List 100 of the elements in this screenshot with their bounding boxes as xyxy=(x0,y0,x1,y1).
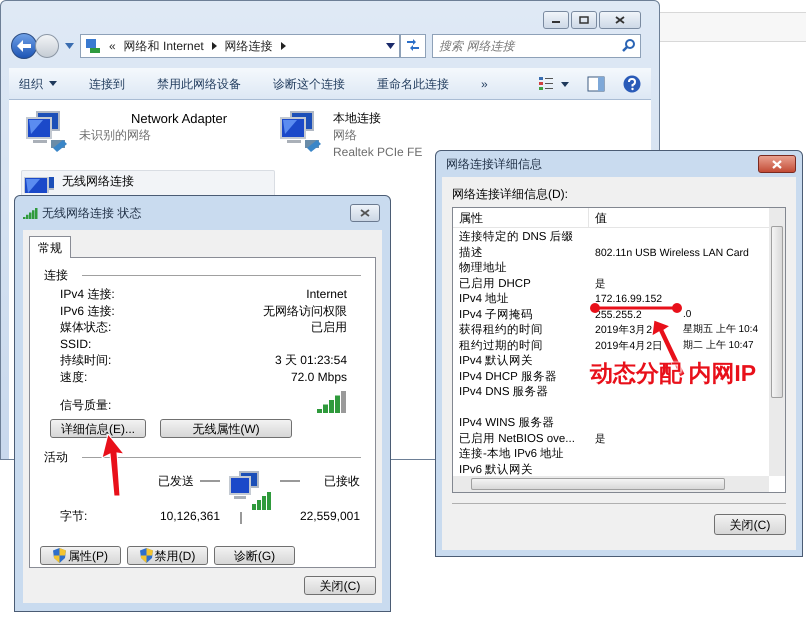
close-button[interactable]: 关闭(C) xyxy=(304,576,376,595)
property-cell-text: 租约过期的时间 xyxy=(459,338,544,353)
dialog-button[interactable]: 诊断(G) xyxy=(214,546,295,565)
search-icon[interactable] xyxy=(622,39,635,52)
received-label: 已接收 xyxy=(324,472,360,490)
close-icon xyxy=(360,209,370,217)
adapter-name: 无线网络连接 xyxy=(62,173,134,190)
signal-strength-icon xyxy=(317,389,347,413)
info-value: 72.0 Mbps xyxy=(290,368,347,385)
info-value: 已启用 xyxy=(311,319,347,336)
value-cell-text: 802.11n USB Wireless LAN Card xyxy=(595,246,749,260)
preview-pane-icon[interactable] xyxy=(587,76,605,92)
view-options-icon[interactable] xyxy=(539,76,569,90)
property-cell-text: 物理地址 xyxy=(459,260,508,276)
toolbar-button[interactable]: 禁用此网络设备 xyxy=(157,74,241,92)
dialog-title: 无线网络连接 状态 xyxy=(42,205,142,222)
breadcrumb-arrow-icon[interactable] xyxy=(280,42,286,50)
close-button[interactable]: 关闭(C) xyxy=(714,514,786,535)
property-cell-text: IPv6 默认网关 xyxy=(459,462,534,476)
toolbar-button[interactable]: 诊断这个连接 xyxy=(273,74,345,92)
arrow-annotation xyxy=(100,434,126,498)
property-cell-text: 描述 xyxy=(459,246,484,260)
close-icon xyxy=(615,16,625,24)
refresh-button[interactable] xyxy=(400,34,426,58)
toolbar-button[interactable]: 连接到 xyxy=(89,74,125,92)
info-value: Internet xyxy=(306,286,347,302)
adapter-name: 本地连接 xyxy=(333,110,382,127)
dialog-button[interactable]: 禁用(D) xyxy=(127,546,208,565)
network-monitor-icon xyxy=(24,177,54,193)
toolbar-button[interactable]: 重命名此连接 xyxy=(377,74,449,92)
close-icon xyxy=(772,160,782,168)
value-cell-text: 是 xyxy=(595,276,606,291)
property-cell-text: 已启用 NetBIOS ove... xyxy=(459,432,576,446)
property-cell-text: 连接-本地 IPv6 地址 xyxy=(459,446,566,462)
scrollbar-thumb[interactable] xyxy=(471,478,725,490)
scrollbar-thumb[interactable] xyxy=(771,226,783,398)
dialog-title: 网络连接详细信息 xyxy=(446,156,542,173)
dropdown-caret-icon[interactable] xyxy=(386,43,395,49)
adapter-item[interactable]: 本地连接 网络 Realtek PCIe FE xyxy=(277,108,422,164)
vertical-scrollbar[interactable] xyxy=(769,208,785,476)
list-label: 网络连接详细信息(D): xyxy=(452,186,569,203)
breadcrumb-item[interactable]: 网络和 Internet xyxy=(124,37,204,55)
network-folder-icon xyxy=(85,38,101,54)
breadcrumb-arrow-icon[interactable] xyxy=(212,42,217,50)
adapter-item[interactable]: Network Adapter 未识别的网络 xyxy=(23,108,228,164)
back-arrow-icon xyxy=(17,40,31,52)
breadcrumb-item[interactable]: 网络连接 xyxy=(224,37,273,55)
adapter-status: 未识别的网络 xyxy=(79,127,152,144)
close-button[interactable] xyxy=(599,11,641,29)
dialog-button[interactable]: 属性(P) xyxy=(40,546,121,565)
dialog-button[interactable]: 无线属性(W) xyxy=(160,419,292,438)
property-cell-text: IPv4 DHCP 服务器 xyxy=(459,370,558,384)
property-cell-text: IPv4 WINS 服务器 xyxy=(459,416,556,430)
info-label: 信号质量: xyxy=(60,396,112,413)
network-activity-icon xyxy=(226,470,274,526)
value-cell-text: 星期五 上午 10:4 xyxy=(683,322,758,337)
property-cell-text: 已启用 DHCP xyxy=(459,276,532,291)
property-cell-text: IPv4 地址 xyxy=(459,292,510,306)
breadcrumb-item[interactable]: « xyxy=(109,37,116,55)
info-label: 速度: xyxy=(60,368,88,385)
info-label: IPv4 连接: xyxy=(60,286,115,302)
info-value: 3 天 01:23:54 xyxy=(274,352,347,368)
bytes-received: 22,559,001 xyxy=(298,508,360,524)
bytes-sent: 10,126,361 xyxy=(158,508,220,524)
value-cell: 2019年4月2日 xyxy=(595,340,664,352)
adapter-status: 网络 xyxy=(333,127,358,144)
bytes-label: 字节: xyxy=(60,508,88,524)
toolbar-button[interactable]: 组织 xyxy=(19,74,57,92)
close-button[interactable] xyxy=(350,204,380,222)
property-cell-text: 连接特定的 DNS 后缀 xyxy=(459,230,575,244)
value-cell-text: 期二 上午 10:47 xyxy=(683,338,754,352)
help-icon[interactable] xyxy=(623,74,641,92)
horizontal-scrollbar[interactable] xyxy=(453,476,769,492)
address-bar[interactable]: « 网络和 Internet 网络连接 xyxy=(80,34,400,58)
minimize-button[interactable] xyxy=(543,11,569,29)
value-cell: 2019年3月2 xyxy=(595,324,652,336)
maximize-icon xyxy=(579,16,589,24)
info-value: 无网络访问权限 xyxy=(263,302,347,319)
maximize-button[interactable] xyxy=(571,11,597,29)
refresh-icon xyxy=(405,39,421,53)
property-cell-text: IPv4 默认网关 xyxy=(459,354,534,368)
shield-icon xyxy=(53,548,66,563)
property-cell-text: 获得租约的时间 xyxy=(459,322,544,338)
section-heading: 活动 xyxy=(44,449,68,466)
info-label: IPv6 连接: xyxy=(60,302,115,319)
value-cell: 255.255.2 xyxy=(595,308,642,320)
column-header[interactable]: 属性 xyxy=(453,208,589,227)
search-field[interactable]: 搜索 网络连接 xyxy=(432,34,641,58)
property-cell-text: IPv4 子网掩码 xyxy=(459,308,534,322)
close-button[interactable] xyxy=(758,155,796,173)
dialog-button[interactable]: 详细信息(E)... xyxy=(50,419,146,438)
signal-icon xyxy=(23,207,38,219)
back-button[interactable] xyxy=(11,33,37,59)
column-header[interactable]: 值 xyxy=(589,208,769,227)
tab[interactable]: 常规 xyxy=(29,236,71,258)
adapter-name: Network Adapter xyxy=(131,110,228,127)
toolbar-button[interactable]: » xyxy=(481,74,488,92)
section-heading: 连接 xyxy=(44,267,68,284)
info-label: 媒体状态: xyxy=(60,319,112,336)
property-cell-text: IPv4 DNS 服务器 xyxy=(459,384,550,400)
